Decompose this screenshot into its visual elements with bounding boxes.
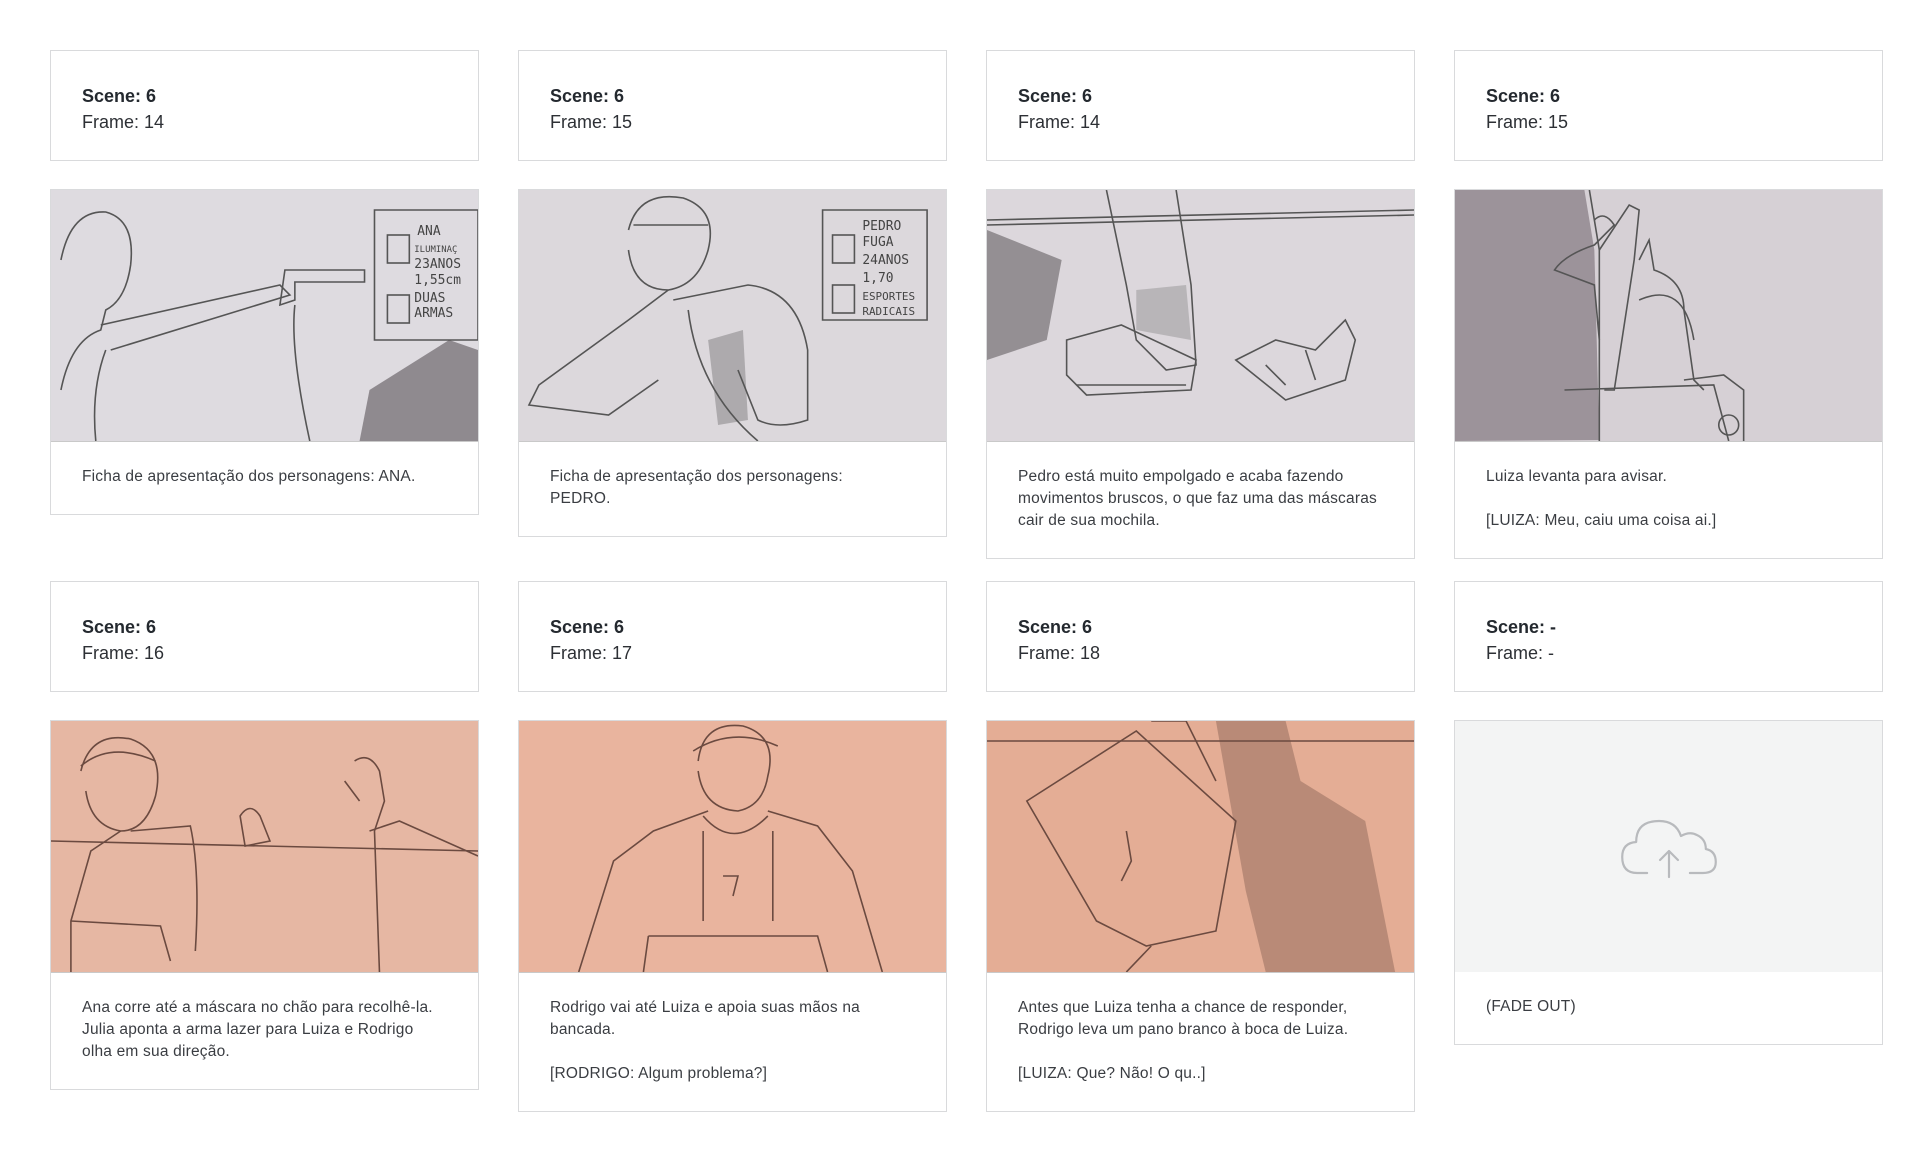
frame-panel[interactable]: Ana corre até a máscara no chão para rec…	[50, 720, 479, 1090]
scene-label: Scene: 6	[550, 617, 625, 637]
sketch-image[interactable]	[987, 721, 1414, 973]
frame-panel[interactable]: Antes que Luiza tenha a chance de respon…	[986, 720, 1415, 1112]
frame-header[interactable]: Scene: 6 Frame: 14	[986, 50, 1415, 161]
svg-text:FUGA: FUGA	[862, 235, 893, 250]
scene-label: Scene: -	[1486, 617, 1557, 637]
svg-text:1,70: 1,70	[862, 271, 893, 286]
scene-label: Scene: 6	[1018, 617, 1093, 637]
scene-label: Scene: 6	[82, 86, 157, 106]
frame-panel[interactable]: ANA ILUMINAÇ 23ANOS 1,55cm DUAS ARMAS Fi…	[50, 189, 479, 515]
frame-label: Frame: -	[1486, 643, 1555, 663]
frame-label: Frame: 14	[1018, 112, 1101, 132]
frame-label: Frame: 17	[550, 643, 633, 663]
scene-label: Scene: 6	[550, 86, 625, 106]
svg-text:ESPORTES: ESPORTES	[862, 290, 915, 303]
svg-text:DUAS: DUAS	[414, 291, 445, 306]
frame-header[interactable]: Scene: 6 Frame: 15	[518, 50, 947, 161]
svg-text:ILUMINAÇ: ILUMINAÇ	[414, 245, 457, 255]
svg-text:24ANOS: 24ANOS	[862, 253, 909, 268]
sketch-image[interactable]: PEDRO FUGA 24ANOS 1,70 ESPORTES RADICAIS	[519, 190, 946, 442]
sketch-image[interactable]: ANA ILUMINAÇ 23ANOS 1,55cm DUAS ARMAS	[51, 190, 478, 442]
frame-panel[interactable]: PEDRO FUGA 24ANOS 1,70 ESPORTES RADICAIS…	[518, 189, 947, 537]
scene-label: Scene: 6	[1486, 86, 1561, 106]
sketch-image[interactable]	[1455, 190, 1882, 442]
frame-label: Frame: 15	[550, 112, 633, 132]
frame-label: Frame: 15	[1486, 112, 1569, 132]
frame-header[interactable]: Scene: 6 Frame: 15	[1454, 50, 1883, 161]
svg-text:ANA: ANA	[417, 224, 441, 239]
frame-panel[interactable]: (FADE OUT)	[1454, 720, 1883, 1045]
sketch-image[interactable]	[987, 190, 1414, 442]
frame-label: Frame: 16	[82, 643, 165, 663]
frame-caption: Pedro está muito empolgado e acaba fazen…	[1018, 468, 1377, 529]
frame-caption: Ficha de apresentação dos personagens: A…	[82, 468, 416, 485]
sketch-image[interactable]	[519, 721, 946, 973]
frame-caption: Luiza levanta para avisar. [LUIZA: Meu, …	[1486, 468, 1717, 529]
svg-text:ARMAS: ARMAS	[414, 306, 453, 321]
scene-label: Scene: 6	[82, 617, 157, 637]
frame-caption: (FADE OUT)	[1486, 998, 1576, 1015]
frame-header[interactable]: Scene: - Frame: -	[1454, 581, 1883, 692]
scene-label: Scene: 6	[1018, 86, 1093, 106]
sketch-image[interactable]	[51, 721, 478, 973]
frame-label: Frame: 18	[1018, 643, 1101, 663]
frame-panel[interactable]: Pedro está muito empolgado e acaba fazen…	[986, 189, 1415, 559]
row-gap	[50, 559, 1883, 581]
frame-label: Frame: 14	[82, 112, 165, 132]
svg-text:1,55cm: 1,55cm	[414, 273, 461, 288]
frame-panel[interactable]: Luiza levanta para avisar. [LUIZA: Meu, …	[1454, 189, 1883, 559]
svg-text:PEDRO: PEDRO	[862, 219, 901, 234]
frame-caption: Antes que Luiza tenha a chance de respon…	[1018, 999, 1349, 1082]
frame-header[interactable]: Scene: 6 Frame: 14	[50, 50, 479, 161]
frame-caption: Ficha de apresentação dos personagens: P…	[550, 468, 843, 507]
frame-panel[interactable]: Rodrigo vai até Luiza e apoia suas mãos …	[518, 720, 947, 1112]
svg-text:23ANOS: 23ANOS	[414, 257, 461, 272]
frame-caption: Rodrigo vai até Luiza e apoia suas mãos …	[550, 999, 860, 1082]
frame-header[interactable]: Scene: 6 Frame: 18	[986, 581, 1415, 692]
storyboard-grid: Scene: 6 Frame: 14 Scene: 6 Frame: 15 Sc…	[50, 50, 1883, 1112]
frame-header[interactable]: Scene: 6 Frame: 17	[518, 581, 947, 692]
frame-caption: Ana corre até a máscara no chão para rec…	[82, 999, 433, 1060]
frame-header[interactable]: Scene: 6 Frame: 16	[50, 581, 479, 692]
upload-dropzone[interactable]	[1455, 721, 1882, 972]
svg-text:RADICAIS: RADICAIS	[862, 305, 915, 318]
upload-cloud-icon[interactable]	[1455, 721, 1882, 972]
